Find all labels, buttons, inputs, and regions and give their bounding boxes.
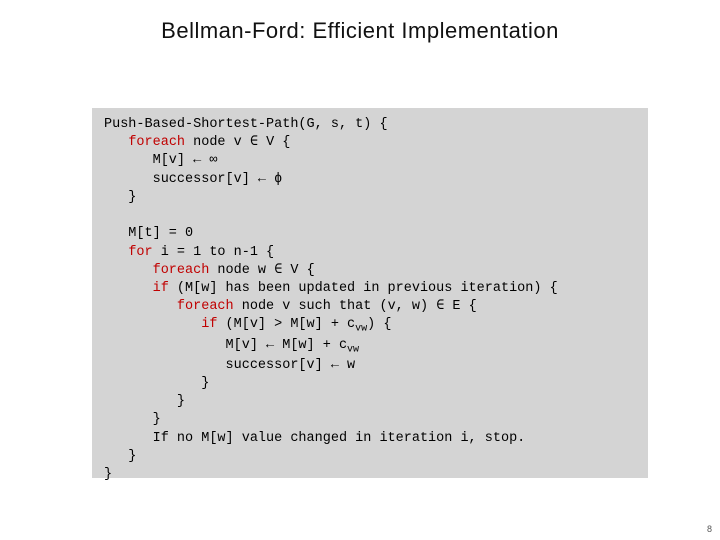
code-box: Push-Based-Shortest-Path(G, s, t) { fore… <box>92 108 648 478</box>
code-blank <box>104 208 112 223</box>
code-line: M[t] = 0 <box>104 226 193 241</box>
code-indent <box>104 299 177 314</box>
keyword-foreach: foreach <box>128 135 185 150</box>
page-number: 8 <box>707 524 712 534</box>
keyword-foreach: foreach <box>153 263 210 278</box>
code-line: } <box>104 394 185 409</box>
slide-title: Bellman-Ford: Efficient Implementation <box>0 18 720 44</box>
code-line: successor[v] ← w <box>104 358 355 373</box>
code-line: } <box>104 412 161 427</box>
keyword-foreach: foreach <box>177 299 234 314</box>
code-text: node w ∈ V { <box>209 263 314 278</box>
code-text: node v ∈ V { <box>185 135 290 150</box>
code-indent <box>104 281 153 296</box>
code-indent <box>104 263 153 278</box>
code-line: } <box>104 467 112 482</box>
code-text: M[v] ← M[w] + c <box>104 338 347 353</box>
code-text: (M[w] has been updated in previous itera… <box>169 281 558 296</box>
subscript-vw: vw <box>355 324 367 335</box>
code-text: ) { <box>367 317 391 332</box>
code-line: } <box>104 190 136 205</box>
keyword-for: for <box>128 245 152 260</box>
code-line: If no M[w] value changed in iteration i,… <box>104 431 525 446</box>
code-indent <box>104 245 128 260</box>
code-indent <box>104 317 201 332</box>
code-indent <box>104 135 128 150</box>
code-text: i = 1 to n-1 { <box>153 245 275 260</box>
keyword-if: if <box>153 281 169 296</box>
code-line: } <box>104 449 136 464</box>
code-text: (M[v] > M[w] + c <box>217 317 355 332</box>
code-line: successor[v] ← ϕ <box>104 172 282 187</box>
code-text: node v such that (v, w) ∈ E { <box>234 299 477 314</box>
code-line: } <box>104 376 209 391</box>
slide: Bellman-Ford: Efficient Implementation P… <box>0 0 720 540</box>
code-line: Push-Based-Shortest-Path(G, s, t) { <box>104 117 388 132</box>
code-line: M[v] ← ∞ <box>104 153 217 168</box>
subscript-vw: vw <box>347 344 359 355</box>
keyword-if: if <box>201 317 217 332</box>
